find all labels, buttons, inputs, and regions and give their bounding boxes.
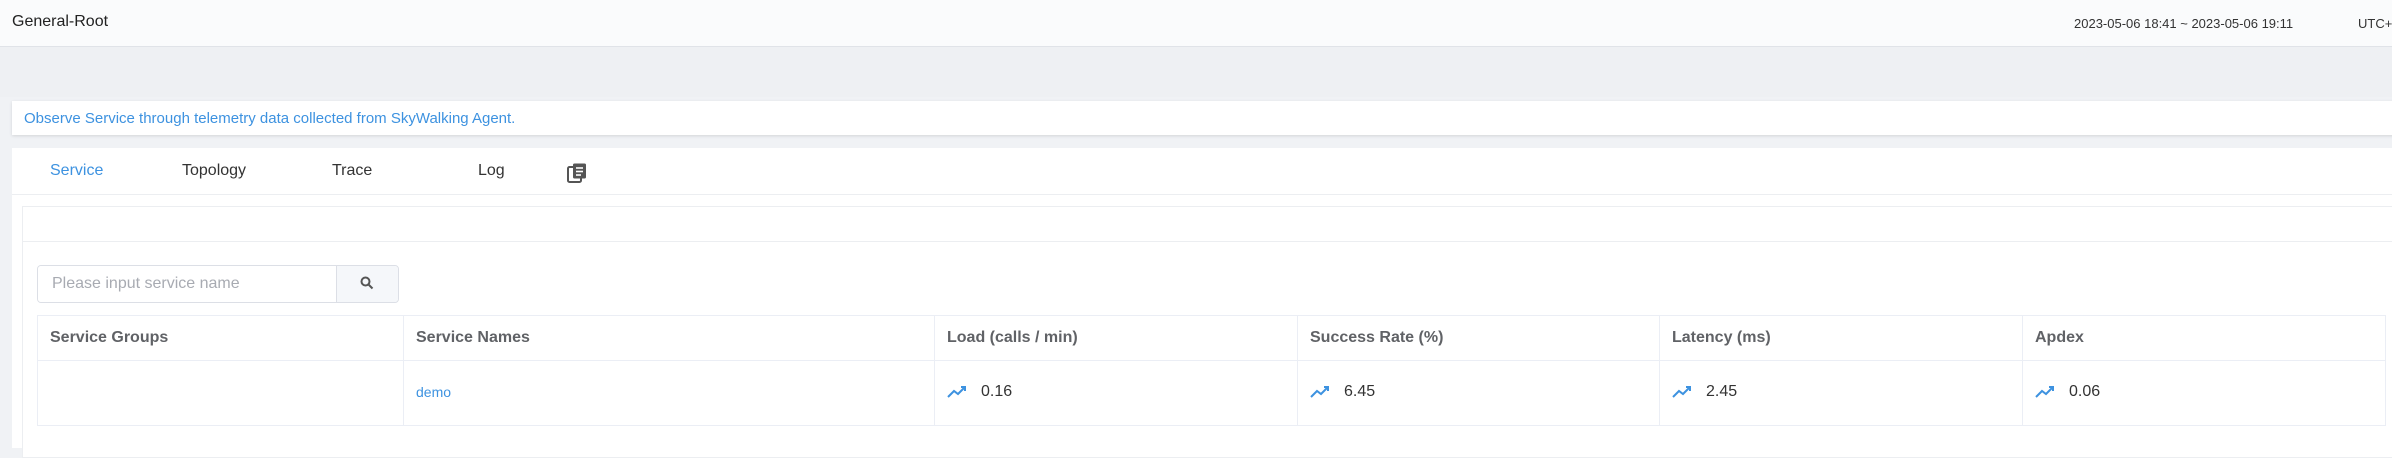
dashboard-panel: Service Topology Trace Log Please input … — [12, 148, 2392, 458]
dashboard-description: Observe Service through telemetry data c… — [12, 101, 2392, 135]
tab-bar: Service Topology Trace Log — [12, 148, 2392, 195]
column-header-latency: Latency (ms) — [1659, 315, 2023, 361]
column-header-apdex: Apdex — [2022, 315, 2386, 361]
latency-value: 2.45 — [1706, 382, 1738, 400]
success-rate-cell: 6.45 — [1297, 360, 1660, 426]
service-search — [37, 265, 399, 303]
service-table: Service Groups Service Names Load (calls… — [37, 315, 2386, 426]
trend-line-icon[interactable] — [1672, 385, 1692, 399]
page-title: General-Root — [12, 13, 109, 30]
toolbar-band — [0, 47, 2392, 97]
search-button[interactable] — [336, 266, 398, 302]
timezone-label[interactable]: UTC+ — [2358, 16, 2392, 31]
trend-line-icon[interactable] — [1310, 385, 1330, 399]
tab-topology[interactable]: Topology — [182, 162, 246, 180]
trend-line-icon[interactable] — [2035, 385, 2055, 399]
table-row: demo 0.16 6.45 2.45 0.06 — [37, 360, 2386, 426]
apdex-value: 0.06 — [2069, 382, 2101, 400]
widget-header — [23, 207, 2392, 242]
tab-trace[interactable]: Trace — [332, 162, 372, 180]
column-header-service-groups: Service Groups — [37, 315, 404, 361]
load-value: 0.16 — [981, 382, 1013, 400]
load-cell: 0.16 — [934, 360, 1298, 426]
trend-line-icon[interactable] — [947, 385, 967, 399]
column-header-success-rate: Success Rate (%) — [1297, 315, 1660, 361]
service-link[interactable]: demo — [416, 384, 451, 400]
copy-icon[interactable] — [566, 162, 588, 184]
tab-service[interactable]: Service — [50, 162, 103, 180]
tab-log[interactable]: Log — [478, 162, 505, 180]
search-icon — [360, 276, 374, 290]
column-header-service-names: Service Names — [403, 315, 935, 361]
column-header-load: Load (calls / min) — [934, 315, 1298, 361]
apdex-cell: 0.06 — [2022, 360, 2386, 426]
success-rate-value: 6.45 — [1344, 382, 1376, 400]
search-input[interactable] — [38, 266, 336, 302]
latency-cell: 2.45 — [1659, 360, 2023, 426]
table-header-row: Service Groups Service Names Load (calls… — [37, 315, 2386, 361]
description-text: Observe Service through telemetry data c… — [24, 110, 516, 127]
top-bar: General-Root 2023-05-06 18:41 ~ 2023-05-… — [0, 0, 2392, 47]
time-range-picker[interactable]: 2023-05-06 18:41 ~ 2023-05-06 19:11 — [2074, 16, 2293, 31]
service-group-cell — [37, 360, 404, 426]
service-name-cell: demo — [403, 360, 935, 426]
service-list-widget: Service Groups Service Names Load (calls… — [22, 206, 2392, 458]
